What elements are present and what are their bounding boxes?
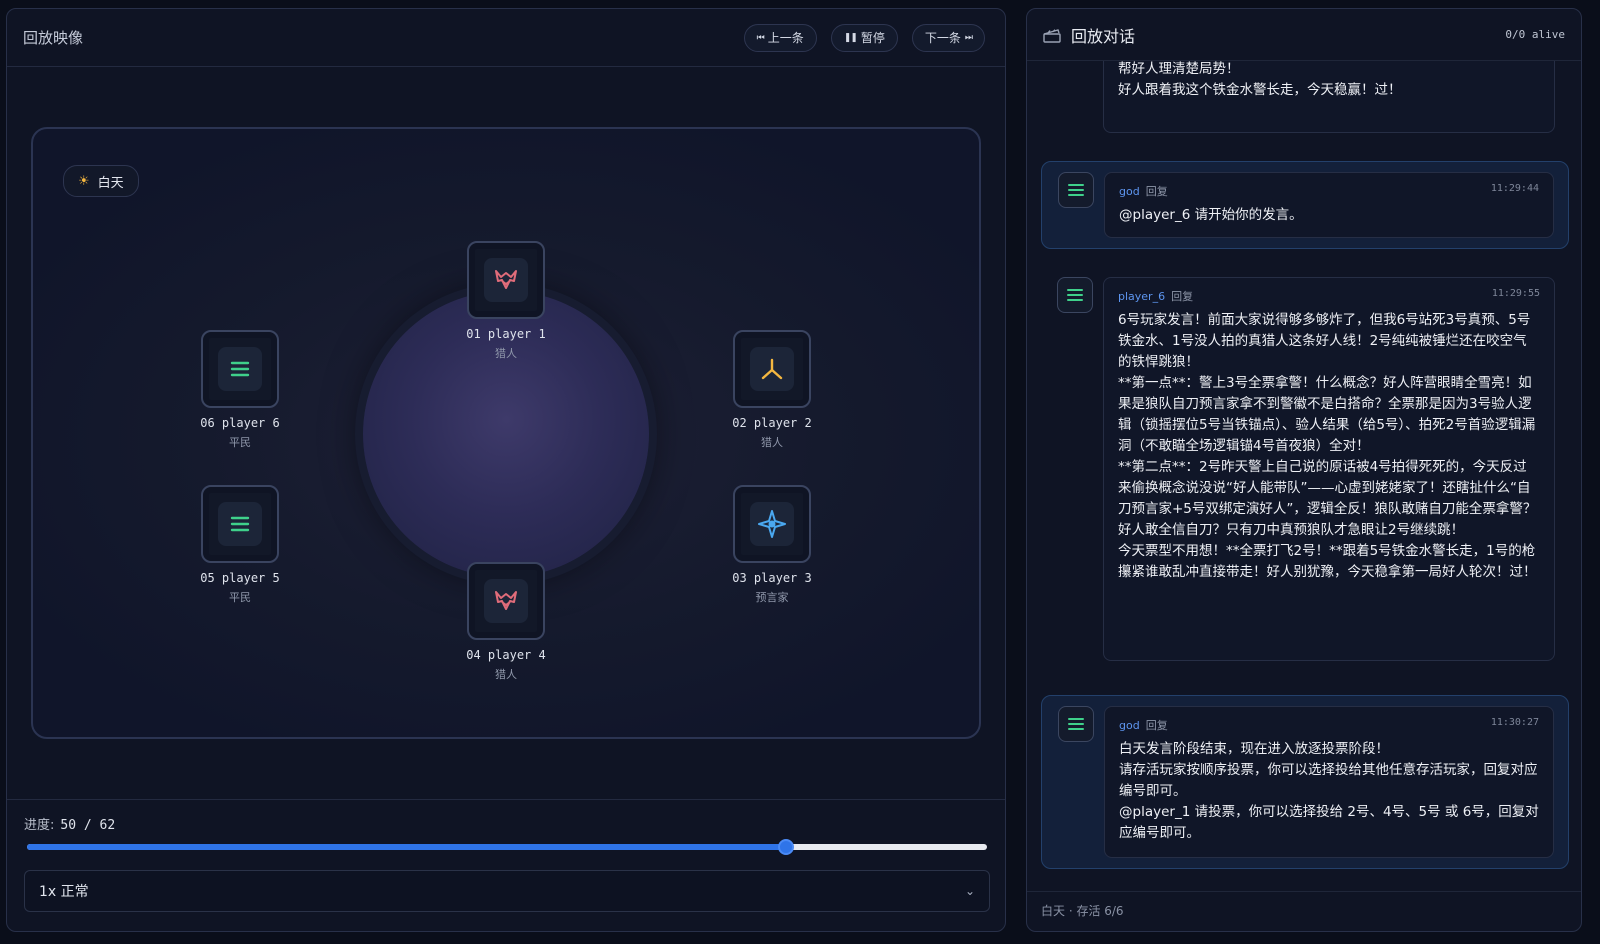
wolf-mask-icon (484, 579, 528, 623)
speed-value: 1x 正常 (39, 884, 89, 900)
seat-player-5[interactable]: 05 player 5 平民 (180, 485, 300, 605)
message-time: 11:30:27 (1490, 717, 1539, 728)
slider-fill (27, 844, 786, 850)
wolf-mask-icon (484, 258, 528, 302)
message-list[interactable]: 有人敢乱冲好人，直接开枪带走！4号别慌，你是好人逻辑锚点，继续帮好人理清楚局势！… (1027, 61, 1581, 891)
menu-lines-icon (218, 502, 262, 546)
pause-icon: ❚❚ (843, 32, 858, 43)
replay-header: 回放映像 ⏮ 上一条 ❚❚ 暂停 下一条 ⏭ (7, 9, 1005, 67)
next-button[interactable]: 下一条 ⏭ (911, 23, 985, 52)
message-meta: player_6 回复 11:29:55 (1118, 288, 1540, 304)
seat-role: 猎人 (495, 347, 517, 360)
seat-label: 03 player 3 (732, 571, 812, 585)
message-bubble: player_6 回复 11:29:55 6号玩家发言！前面大家说得够多够炸了，但… (1103, 277, 1555, 661)
message-meta: god 回复 11:29:44 (1119, 183, 1539, 199)
prev-label: 上一条 (767, 31, 804, 45)
message-bubble: god 回复 11:29:44 @player_6 请开始你的发言。 (1104, 172, 1554, 238)
message-text: 6号玩家发言！前面大家说得够多够炸了，但我6号站死3号真预、5号铁金水、1号没人… (1118, 312, 1537, 580)
message-author: god (1119, 185, 1140, 198)
dialog-title-group: 回放对话 (1043, 23, 1135, 47)
trident-icon (750, 347, 794, 391)
message-text: 白天发言阶段结束，现在进入放逐投票阶段！ 请存活玩家按顺序投票，你可以选择投给其… (1119, 741, 1539, 841)
seat-card (467, 241, 545, 319)
seat-card (201, 330, 279, 408)
message-author: player_6 (1118, 290, 1166, 303)
progress-label: 进度: 50 / 62 (24, 814, 115, 833)
crystal-star-icon (750, 502, 794, 546)
seat-player-2[interactable]: 02 player 2 猎人 (712, 330, 832, 450)
progress-caption: 进度: (24, 818, 55, 833)
progress-slider[interactable] (27, 839, 987, 855)
seat-card (201, 485, 279, 563)
seat-label: 04 player 4 (466, 648, 546, 662)
phase-badge: ☀ 白天 (63, 165, 139, 197)
message-item: god 回复 11:30:27 白天发言阶段结束，现在进入放逐投票阶段！ 请存活玩… (1041, 695, 1569, 869)
skip-back-icon: ⏮ (756, 32, 765, 43)
message-text: 有人敢乱冲好人，直接开枪带走！4号别慌，你是好人逻辑锚点，继续帮好人理清楚局势！… (1118, 61, 1402, 98)
replay-title: 回放映像 (23, 29, 84, 47)
pause-button[interactable]: ❚❚ 暂停 (830, 23, 898, 52)
slider-thumb[interactable] (777, 839, 794, 855)
chevron-down-icon: ⌄ (964, 884, 975, 898)
message-time: 11:29:44 (1490, 183, 1539, 194)
dialog-header: 回放对话 0/0 alive (1027, 9, 1581, 61)
message-bubble: god 回复 11:30:27 白天发言阶段结束，现在进入放逐投票阶段！ 请存活玩… (1104, 706, 1554, 858)
dialog-panel: 回放对话 0/0 alive 有人敢乱冲好人，直接开枪带走！4号别慌，你是好人逻… (1026, 8, 1582, 932)
message-meta: god 回复 11:30:27 (1119, 717, 1539, 733)
progress-area: 进度: 50 / 62 1x 正常 ⌄ (7, 799, 1005, 931)
message-time: 11:29:55 (1491, 288, 1540, 299)
pause-label: 暂停 (860, 31, 885, 45)
seat-card (467, 562, 545, 640)
seat-label: 02 player 2 (732, 416, 812, 430)
prev-button[interactable]: ⏮ 上一条 (743, 23, 817, 52)
playback-controls: ⏮ 上一条 ❚❚ 暂停 下一条 ⏭ (743, 23, 985, 52)
replay-panel: 回放映像 ⏮ 上一条 ❚❚ 暂停 下一条 ⏭ ☀ 白天 01 player 1 … (6, 8, 1006, 932)
menu-lines-icon (1057, 277, 1093, 313)
message-bubble: 有人敢乱冲好人，直接开枪带走！4号别慌，你是好人逻辑锚点，继续帮好人理清楚局势！… (1103, 61, 1555, 133)
seat-player-6[interactable]: 06 player 6 平民 (180, 330, 300, 450)
alive-count: 0/0 alive (1505, 28, 1565, 41)
dialog-title: 回放对话 (1071, 26, 1136, 46)
seat-role: 猎人 (495, 668, 517, 681)
skip-forward-icon: ⏭ (964, 32, 973, 43)
message-tag: 回复 (1145, 185, 1168, 198)
seat-label: 06 player 6 (200, 416, 280, 430)
game-stage: ☀ 白天 01 player 1 猎人 02 player 2 猎人 03 pl… (31, 127, 981, 739)
seat-role: 预言家 (755, 591, 789, 604)
dialog-footer: 白天 · 存活 6/6 (1027, 891, 1581, 931)
menu-lines-icon (218, 347, 262, 391)
message-item: player_6 回复 11:29:55 6号玩家发言！前面大家说得够多够炸了，但… (1041, 277, 1569, 669)
message-author: god (1119, 719, 1140, 732)
phase-label: 白天 (97, 175, 124, 191)
message-item: god 回复 11:29:44 @player_6 请开始你的发言。 (1041, 161, 1569, 249)
menu-lines-icon (1058, 172, 1094, 208)
message-tag: 回复 (1145, 719, 1168, 732)
seat-card (733, 330, 811, 408)
seat-role: 猎人 (761, 436, 783, 449)
seat-role: 平民 (229, 436, 251, 449)
seat-player-3[interactable]: 03 player 3 预言家 (712, 485, 832, 605)
speed-select[interactable]: 1x 正常 ⌄ (24, 870, 990, 912)
clapperboard-icon (1043, 28, 1061, 43)
sun-icon: ☀ (78, 173, 90, 189)
seat-player-1[interactable]: 01 player 1 猎人 (446, 241, 566, 361)
seat-player-4[interactable]: 04 player 4 猎人 (446, 562, 566, 682)
seat-role: 平民 (229, 591, 251, 604)
message-tag: 回复 (1171, 290, 1194, 303)
message-item: 有人敢乱冲好人，直接开枪带走！4号别慌，你是好人逻辑锚点，继续帮好人理清楚局势！… (1041, 61, 1569, 133)
seat-label: 05 player 5 (200, 571, 280, 585)
menu-lines-icon (1058, 706, 1094, 742)
progress-count: 50 / 62 (60, 818, 116, 833)
message-text: @player_6 请开始你的发言。 (1119, 207, 1303, 223)
seat-card (733, 485, 811, 563)
seat-label: 01 player 1 (466, 327, 546, 341)
next-label: 下一条 (924, 31, 961, 45)
